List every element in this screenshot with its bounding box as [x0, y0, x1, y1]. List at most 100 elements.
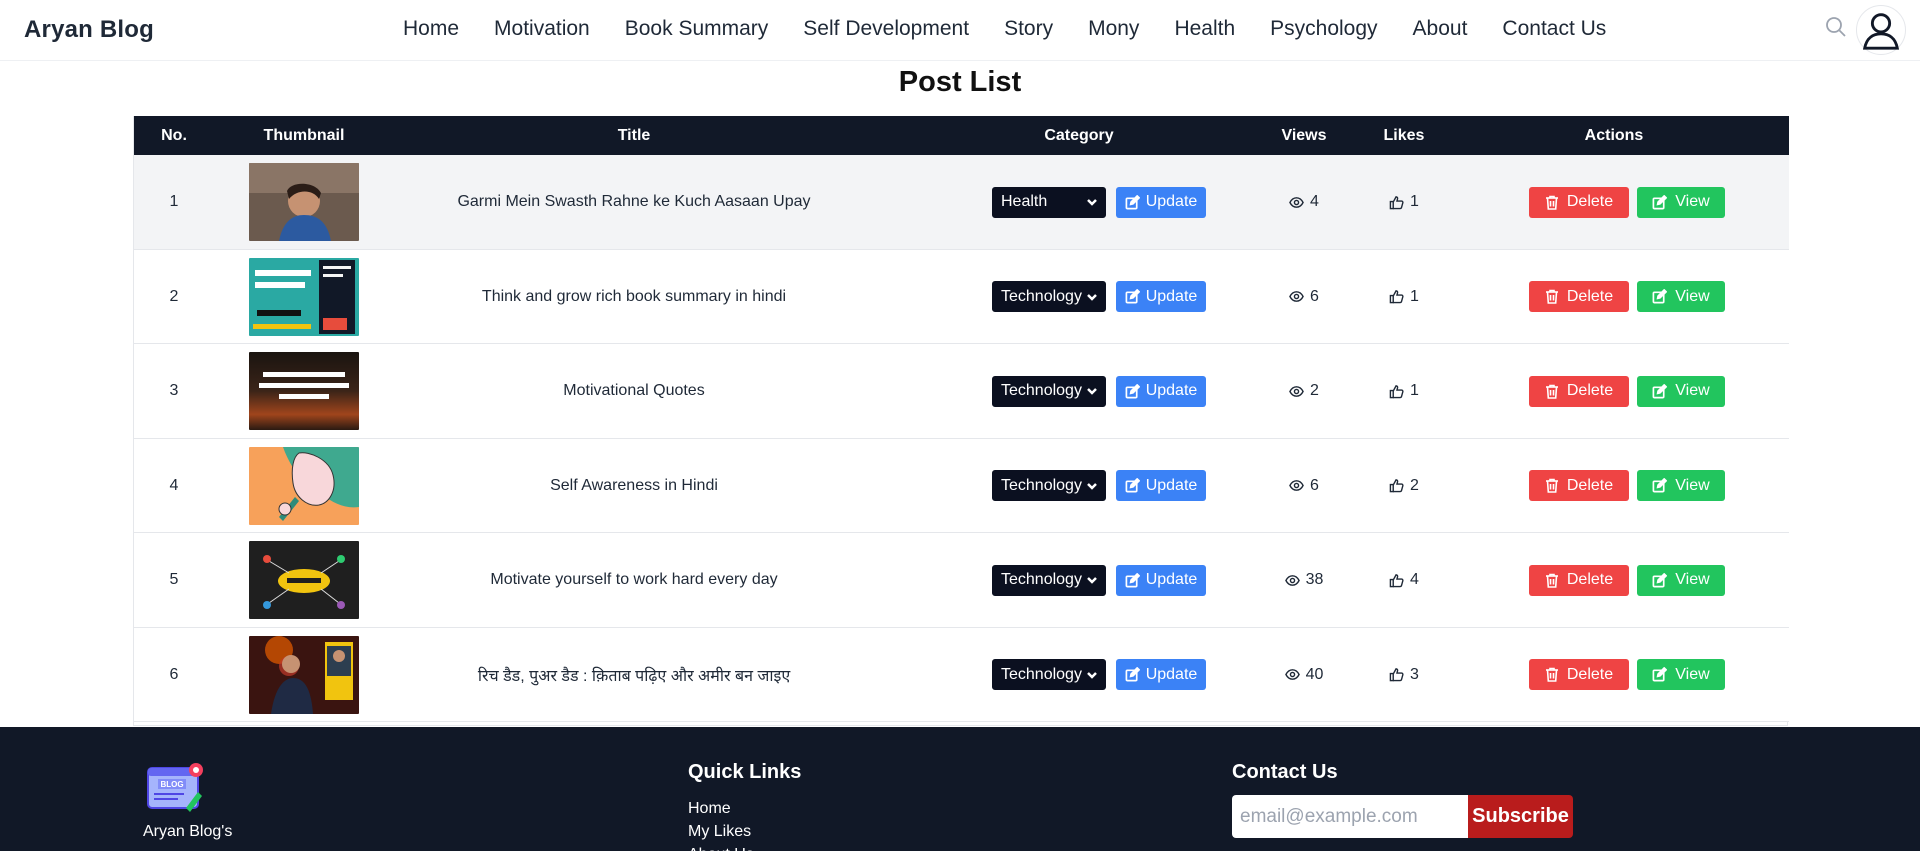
post-thumbnail[interactable] [249, 635, 359, 714]
edit-icon [1125, 478, 1140, 493]
nav-about[interactable]: About [1413, 17, 1468, 41]
nav-self-development[interactable]: Self Development [803, 17, 969, 41]
footer-link-about-us[interactable]: About Us [688, 843, 754, 851]
logo-text: BLOG [160, 780, 183, 789]
table-row: 3 Motivational Quotes Technology Update [134, 344, 1789, 439]
thumbs-up-icon [1389, 384, 1404, 398]
delete-button[interactable]: Delete [1529, 470, 1629, 501]
likes-count: 2 [1389, 477, 1419, 495]
chevron-down-icon [1087, 577, 1097, 584]
post-thumbnail[interactable] [249, 446, 359, 525]
table-row: 5 Motivate yourself to work hard every d… [134, 533, 1789, 628]
category-value: Technology [1001, 665, 1082, 683]
page-title: Post List [898, 66, 1022, 98]
trash-icon [1545, 573, 1558, 588]
subscribe-button[interactable]: Subscribe [1468, 795, 1573, 838]
nav-psychology[interactable]: Psychology [1270, 17, 1377, 41]
post-thumbnail[interactable] [249, 541, 359, 619]
category-select[interactable]: Technology [992, 375, 1106, 407]
post-title: Garmi Mein Swasth Rahne ke Kuch Aasaan U… [457, 193, 811, 210]
col-likes: Likes [1383, 127, 1425, 144]
blog-logo: BLOG [147, 763, 203, 812]
view-button[interactable]: View [1637, 659, 1725, 690]
view-button[interactable]: View [1637, 281, 1725, 312]
contact-title: Contact Us [1232, 761, 1338, 783]
email-field[interactable] [1232, 795, 1468, 838]
likes-count: 1 [1389, 288, 1419, 306]
update-button[interactable]: Update [1116, 375, 1206, 407]
post-thumbnail[interactable] [249, 352, 359, 430]
chevron-down-icon [1087, 671, 1097, 679]
row-number: 2 [169, 287, 179, 305]
category-value: Health [1001, 193, 1048, 210]
views-count: 6 [1289, 477, 1319, 495]
trash-icon [1545, 667, 1558, 682]
row-number: 3 [169, 382, 179, 399]
row-number: 4 [169, 476, 179, 494]
view-button[interactable]: View [1637, 564, 1725, 596]
nav-mony[interactable]: Mony [1088, 17, 1139, 41]
views-count: 38 [1284, 571, 1323, 589]
view-button[interactable]: View [1637, 470, 1725, 501]
site-brand[interactable]: Aryan Blog [24, 16, 154, 44]
nav-health[interactable]: Health [1174, 17, 1235, 41]
main-nav: Home Motivation Book Summary Self Develo… [403, 17, 1641, 41]
edit-icon [1125, 572, 1140, 587]
thumbs-up-icon [1389, 668, 1404, 682]
col-actions: Actions [1584, 127, 1644, 144]
view-button[interactable]: View [1637, 186, 1725, 218]
user-avatar-button[interactable] [1856, 5, 1906, 55]
thumbs-up-icon [1389, 195, 1404, 209]
view-button[interactable]: View [1637, 375, 1725, 407]
table-row: 2 Think and grow rich book summary in hi… [134, 249, 1789, 344]
chevron-down-icon [1087, 482, 1097, 490]
nav-book-summary[interactable]: Book Summary [625, 17, 769, 41]
post-thumbnail[interactable] [249, 163, 359, 241]
category-select[interactable]: Technology [992, 470, 1106, 501]
edit-icon [1125, 194, 1140, 209]
nav-home[interactable]: Home [403, 17, 459, 41]
footer-link-my-likes[interactable]: My Likes [688, 820, 754, 843]
delete-button[interactable]: Delete [1529, 564, 1629, 596]
post-table: No. Thumbnail Title Category Views Likes… [133, 116, 1789, 726]
col-thumbnail: Thumbnail [263, 127, 345, 144]
table-row: 4 Self Awareness in Hindi Technology Upd… [134, 438, 1789, 533]
views-count: 6 [1289, 288, 1319, 306]
nav-story[interactable]: Story [1004, 17, 1053, 41]
table-row: 6 रिच डैड, पुअर डैड : क़िताब पढ़िए और अम… [134, 627, 1789, 722]
table-row: 1 Garmi Mein Swasth Rahne ke Kuch Aasaan… [134, 155, 1789, 250]
views-count: 40 [1284, 666, 1323, 684]
chevron-down-icon [1087, 388, 1097, 395]
delete-button[interactable]: Delete [1529, 375, 1629, 407]
search-icon[interactable] [1824, 15, 1848, 39]
delete-button[interactable]: Delete [1529, 659, 1629, 690]
update-button[interactable]: Update [1116, 564, 1206, 596]
nav-contact-us[interactable]: Contact Us [1502, 17, 1606, 41]
views-count: 2 [1289, 382, 1319, 400]
delete-button[interactable]: Delete [1529, 281, 1629, 312]
update-button[interactable]: Update [1116, 470, 1206, 501]
thumbs-up-icon [1389, 573, 1404, 587]
eye-icon [1284, 669, 1300, 680]
category-select[interactable]: Health [992, 186, 1106, 218]
nav-motivation[interactable]: Motivation [494, 17, 590, 41]
update-button[interactable]: Update [1116, 659, 1206, 690]
likes-count: 4 [1389, 571, 1419, 589]
category-select[interactable]: Technology [992, 659, 1106, 690]
update-button[interactable]: Update [1116, 186, 1206, 218]
edit-icon [1125, 383, 1140, 398]
footer-brand: Aryan Blog's [143, 823, 233, 840]
category-value: Technology [1001, 571, 1082, 588]
category-select[interactable]: Technology [992, 281, 1106, 312]
category-select[interactable]: Technology [992, 564, 1106, 596]
eye-icon [1289, 291, 1304, 302]
trash-icon [1545, 289, 1558, 304]
footer-link-home[interactable]: Home [688, 797, 754, 820]
post-title: Motivational Quotes [563, 382, 705, 399]
eye-icon [1289, 196, 1304, 208]
update-button[interactable]: Update [1116, 281, 1206, 312]
post-thumbnail[interactable] [249, 257, 359, 336]
delete-button[interactable]: Delete [1529, 186, 1629, 218]
site-footer: BLOG Aryan Blog's Quick Links Home My Li… [0, 727, 1920, 851]
row-number: 1 [169, 193, 179, 210]
